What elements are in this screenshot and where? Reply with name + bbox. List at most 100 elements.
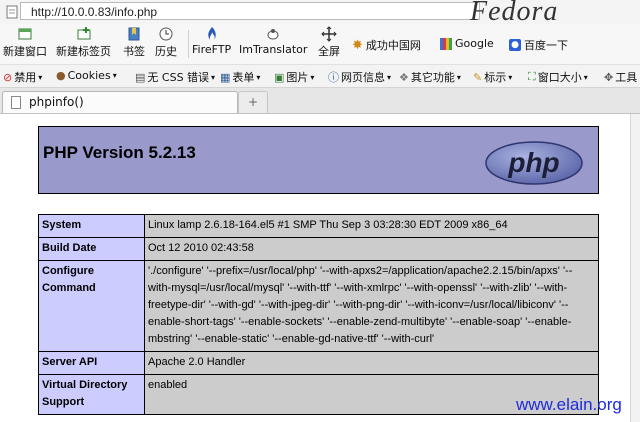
css-icon: ▤ [135,70,146,84]
bookmarks-button[interactable]: 书签 [123,26,145,59]
images-icon: ▣ [274,70,285,84]
baidu-link[interactable]: ● 百度一下 [509,37,568,53]
imtranslator-label: ImTranslator [239,43,308,56]
info-label: 网页信息 [341,71,385,84]
dropdown-icon: ▾ [310,72,315,82]
new-tab-button[interactable]: 新建标签页 [56,26,111,59]
pencil-icon: ✎ [473,70,483,84]
row-value: Apache 2.0 Handler [144,351,599,375]
history-label: 历史 [155,45,177,58]
row-key: Configure Command [38,260,145,352]
row-key: Build Date [38,237,145,261]
php-logo-text: php [507,147,559,178]
outline-menu[interactable]: ✎ 标示 ▾ [473,69,512,85]
fireftp-button[interactable]: FireFTP [192,26,231,56]
css-label: 无 CSS 错误 [147,71,210,84]
row-value: Oct 12 2010 02:43:58 [144,237,599,261]
table-row: Build Date Oct 12 2010 02:43:58 [38,237,599,261]
chinanet-label: 成功中国网 [365,39,421,52]
fireftp-label: FireFTP [192,43,232,56]
new-window-button[interactable]: 新建窗口 [3,26,47,59]
watermark: www.elain.org [516,395,622,414]
page-icon [11,96,21,109]
resize-label: 窗口大小 [537,71,582,84]
misc-icon: ❖ [399,70,409,84]
main-toolbar: 新建窗口 新建标签页 书签 历史 FireFTP ImTranslator 全屏… [0,24,640,65]
cookies-label: Cookies [67,69,111,82]
row-key: Server API [38,351,145,375]
row-key: System [38,214,145,238]
google-label: Google [455,37,494,50]
row-value: './configure' '--prefix=/usr/local/php' … [144,260,599,352]
star-icon: ✸ [352,37,363,53]
tab-phpinfo[interactable]: phpinfo() [2,91,238,113]
imtranslator-button[interactable]: ImTranslator [239,26,307,56]
dropdown-icon: ▾ [456,72,461,82]
scrollbar[interactable] [630,114,640,422]
forms-label: 表单 [232,71,255,84]
misc-menu[interactable]: ❖ 其它功能 ▾ [399,69,461,85]
new-window-icon [18,28,32,40]
dropdown-icon: ▾ [508,72,513,82]
new-tab-plus-button[interactable]: + [238,91,268,113]
fullscreen-button[interactable]: 全屏 [318,26,340,59]
tab-strip: phpinfo() + [0,88,640,114]
fullscreen-label: 全屏 [318,45,340,58]
new-tab-label: 新建标签页 [56,45,111,58]
disable-menu[interactable]: ⊘ 禁用 ▾ [3,69,42,85]
toolbar-separator [188,30,189,58]
table-row: Configure Command './configure' '--prefi… [38,260,599,352]
dropdown-icon: ▾ [583,72,588,82]
tab-title: phpinfo() [29,95,84,109]
css-menu[interactable]: ▤ 无 CSS 错误 ▾ [135,69,215,85]
url-input[interactable]: http://10.0.0.83/info.php [20,2,480,20]
tools-menu[interactable]: ✥ 工具 [604,69,637,85]
history-button[interactable]: 历史 [155,26,177,59]
php-header: PHP Version 5.2.13 php [38,126,599,194]
baidu-label: 百度一下 [524,39,568,52]
info-icon: ⓘ [328,71,339,84]
php-logo-icon: php [485,141,583,185]
outline-label: 标示 [484,71,507,84]
table-row: Virtual Directory Support enabled [38,374,599,415]
chinanet-link[interactable]: ✸ 成功中国网 [352,37,421,53]
address-bar: http://10.0.0.83/info.php Fedora [0,0,640,27]
disable-label: 禁用 [14,71,37,84]
cookies-icon: ● [56,69,66,82]
info-menu[interactable]: ⓘ 网页信息 ▾ [328,69,391,85]
fireftp-icon [207,27,216,40]
new-tab-icon [77,27,90,40]
dropdown-icon: ▾ [211,72,216,82]
fullscreen-icon [321,26,337,42]
dropdown-icon: ▾ [112,71,117,80]
page-content: PHP Version 5.2.13 php System Linux lamp… [0,114,640,422]
dropdown-icon: ▾ [256,72,261,82]
table-row: System Linux lamp 2.6.18-164.el5 #1 SMP … [38,214,599,238]
cookies-menu[interactable]: ● Cookies ▾ [56,69,117,82]
google-icon [440,37,452,50]
page-title: PHP Version 5.2.13 [43,143,196,162]
bookmarks-icon [128,27,140,41]
dropdown-icon: ▾ [387,72,392,82]
row-value: Linux lamp 2.6.18-164.el5 #1 SMP Thu Sep… [144,214,599,238]
baidu-icon: ● [509,39,521,51]
table-row: Server API Apache 2.0 Handler [38,351,599,375]
images-label: 图片 [286,71,309,84]
disable-icon: ⊘ [3,70,13,84]
bookmarks-label: 书签 [123,45,145,58]
forms-menu[interactable]: ▦ 表单 ▾ [220,69,260,85]
misc-label: 其它功能 [410,71,455,84]
tools-icon: ✥ [604,70,614,84]
page-icon [6,5,18,19]
resize-menu[interactable]: ⛶ 窗口大小 ▾ [528,69,588,85]
new-window-label: 新建窗口 [3,45,47,58]
tools-label: 工具 [615,71,638,84]
forms-icon: ▦ [220,70,231,84]
row-key: Virtual Directory Support [38,374,145,415]
dropdown-icon: ▾ [38,72,43,82]
info-table: System Linux lamp 2.6.18-164.el5 #1 SMP … [38,214,599,415]
imtranslator-icon [267,29,279,40]
resize-icon: ⛶ [528,70,536,83]
images-menu[interactable]: ▣ 图片 ▾ [274,69,314,85]
google-link[interactable]: Google [440,37,494,50]
